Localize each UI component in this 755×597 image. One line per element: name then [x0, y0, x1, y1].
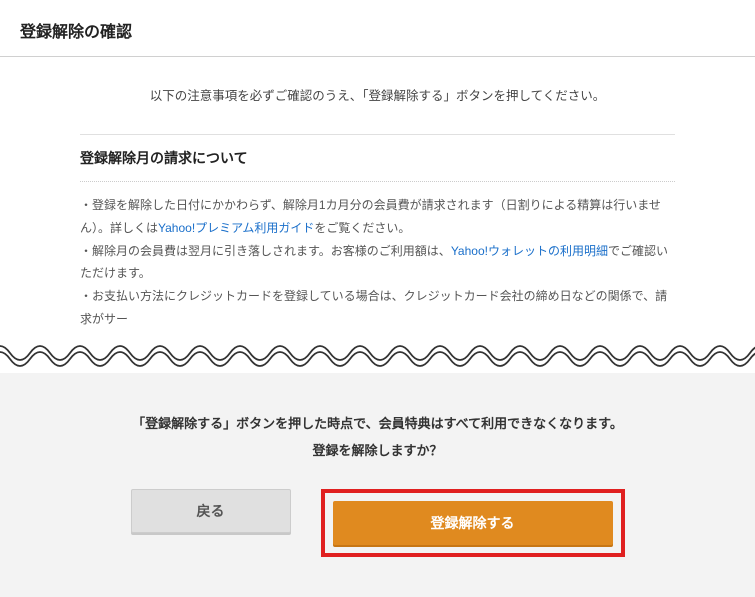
bullet-1: ・登録を解除した日付にかかわらず、解除月1カ月分の会員費が請求されます（日割りに…	[80, 194, 675, 240]
intro-text: 以下の注意事項を必ずご確認のうえ、「登録解除する」ボタンを押してください。	[80, 57, 675, 134]
wallet-detail-link[interactable]: Yahoo!ウォレットの利用明細	[451, 244, 608, 258]
page-header: 登録解除の確認	[0, 0, 755, 57]
button-row: 戻る 登録解除する	[0, 489, 755, 557]
section-title: 登録解除月の請求について	[80, 134, 675, 182]
confirm-text-1: 「登録解除する」ボタンを押した時点で、会員特典はすべて利用できなくなります。	[0, 413, 755, 432]
bullet-2: ・解除月の会員費は翌月に引き落しされます。お客様のご利用額は、Yahoo!ウォレ…	[80, 240, 675, 286]
truncation-wave	[0, 333, 755, 373]
unregister-highlight-box: 登録解除する	[321, 489, 625, 557]
back-button[interactable]: 戻る	[131, 489, 291, 533]
bullet-1-post: をご覧ください。	[314, 221, 410, 235]
unregister-button[interactable]: 登録解除する	[333, 501, 613, 545]
main-content: 以下の注意事項を必ずご確認のうえ、「登録解除する」ボタンを押してください。 登録…	[0, 57, 755, 339]
bullet-2-pre: ・解除月の会員費は翌月に引き落しされます。お客様のご利用額は、	[80, 244, 451, 258]
billing-notes: ・登録を解除した日付にかかわらず、解除月1カ月分の会員費が請求されます（日割りに…	[80, 182, 675, 339]
page-title: 登録解除の確認	[20, 18, 735, 42]
confirm-text-2: 登録を解除しますか？	[0, 440, 755, 459]
premium-guide-link[interactable]: Yahoo!プレミアム利用ガイド	[158, 221, 314, 235]
confirmation-footer: 「登録解除する」ボタンを押した時点で、会員特典はすべて利用できなくなります。 登…	[0, 373, 755, 597]
bullet-3: ・お支払い方法にクレジットカードを登録している場合は、クレジットカード会社の締め…	[80, 285, 675, 331]
